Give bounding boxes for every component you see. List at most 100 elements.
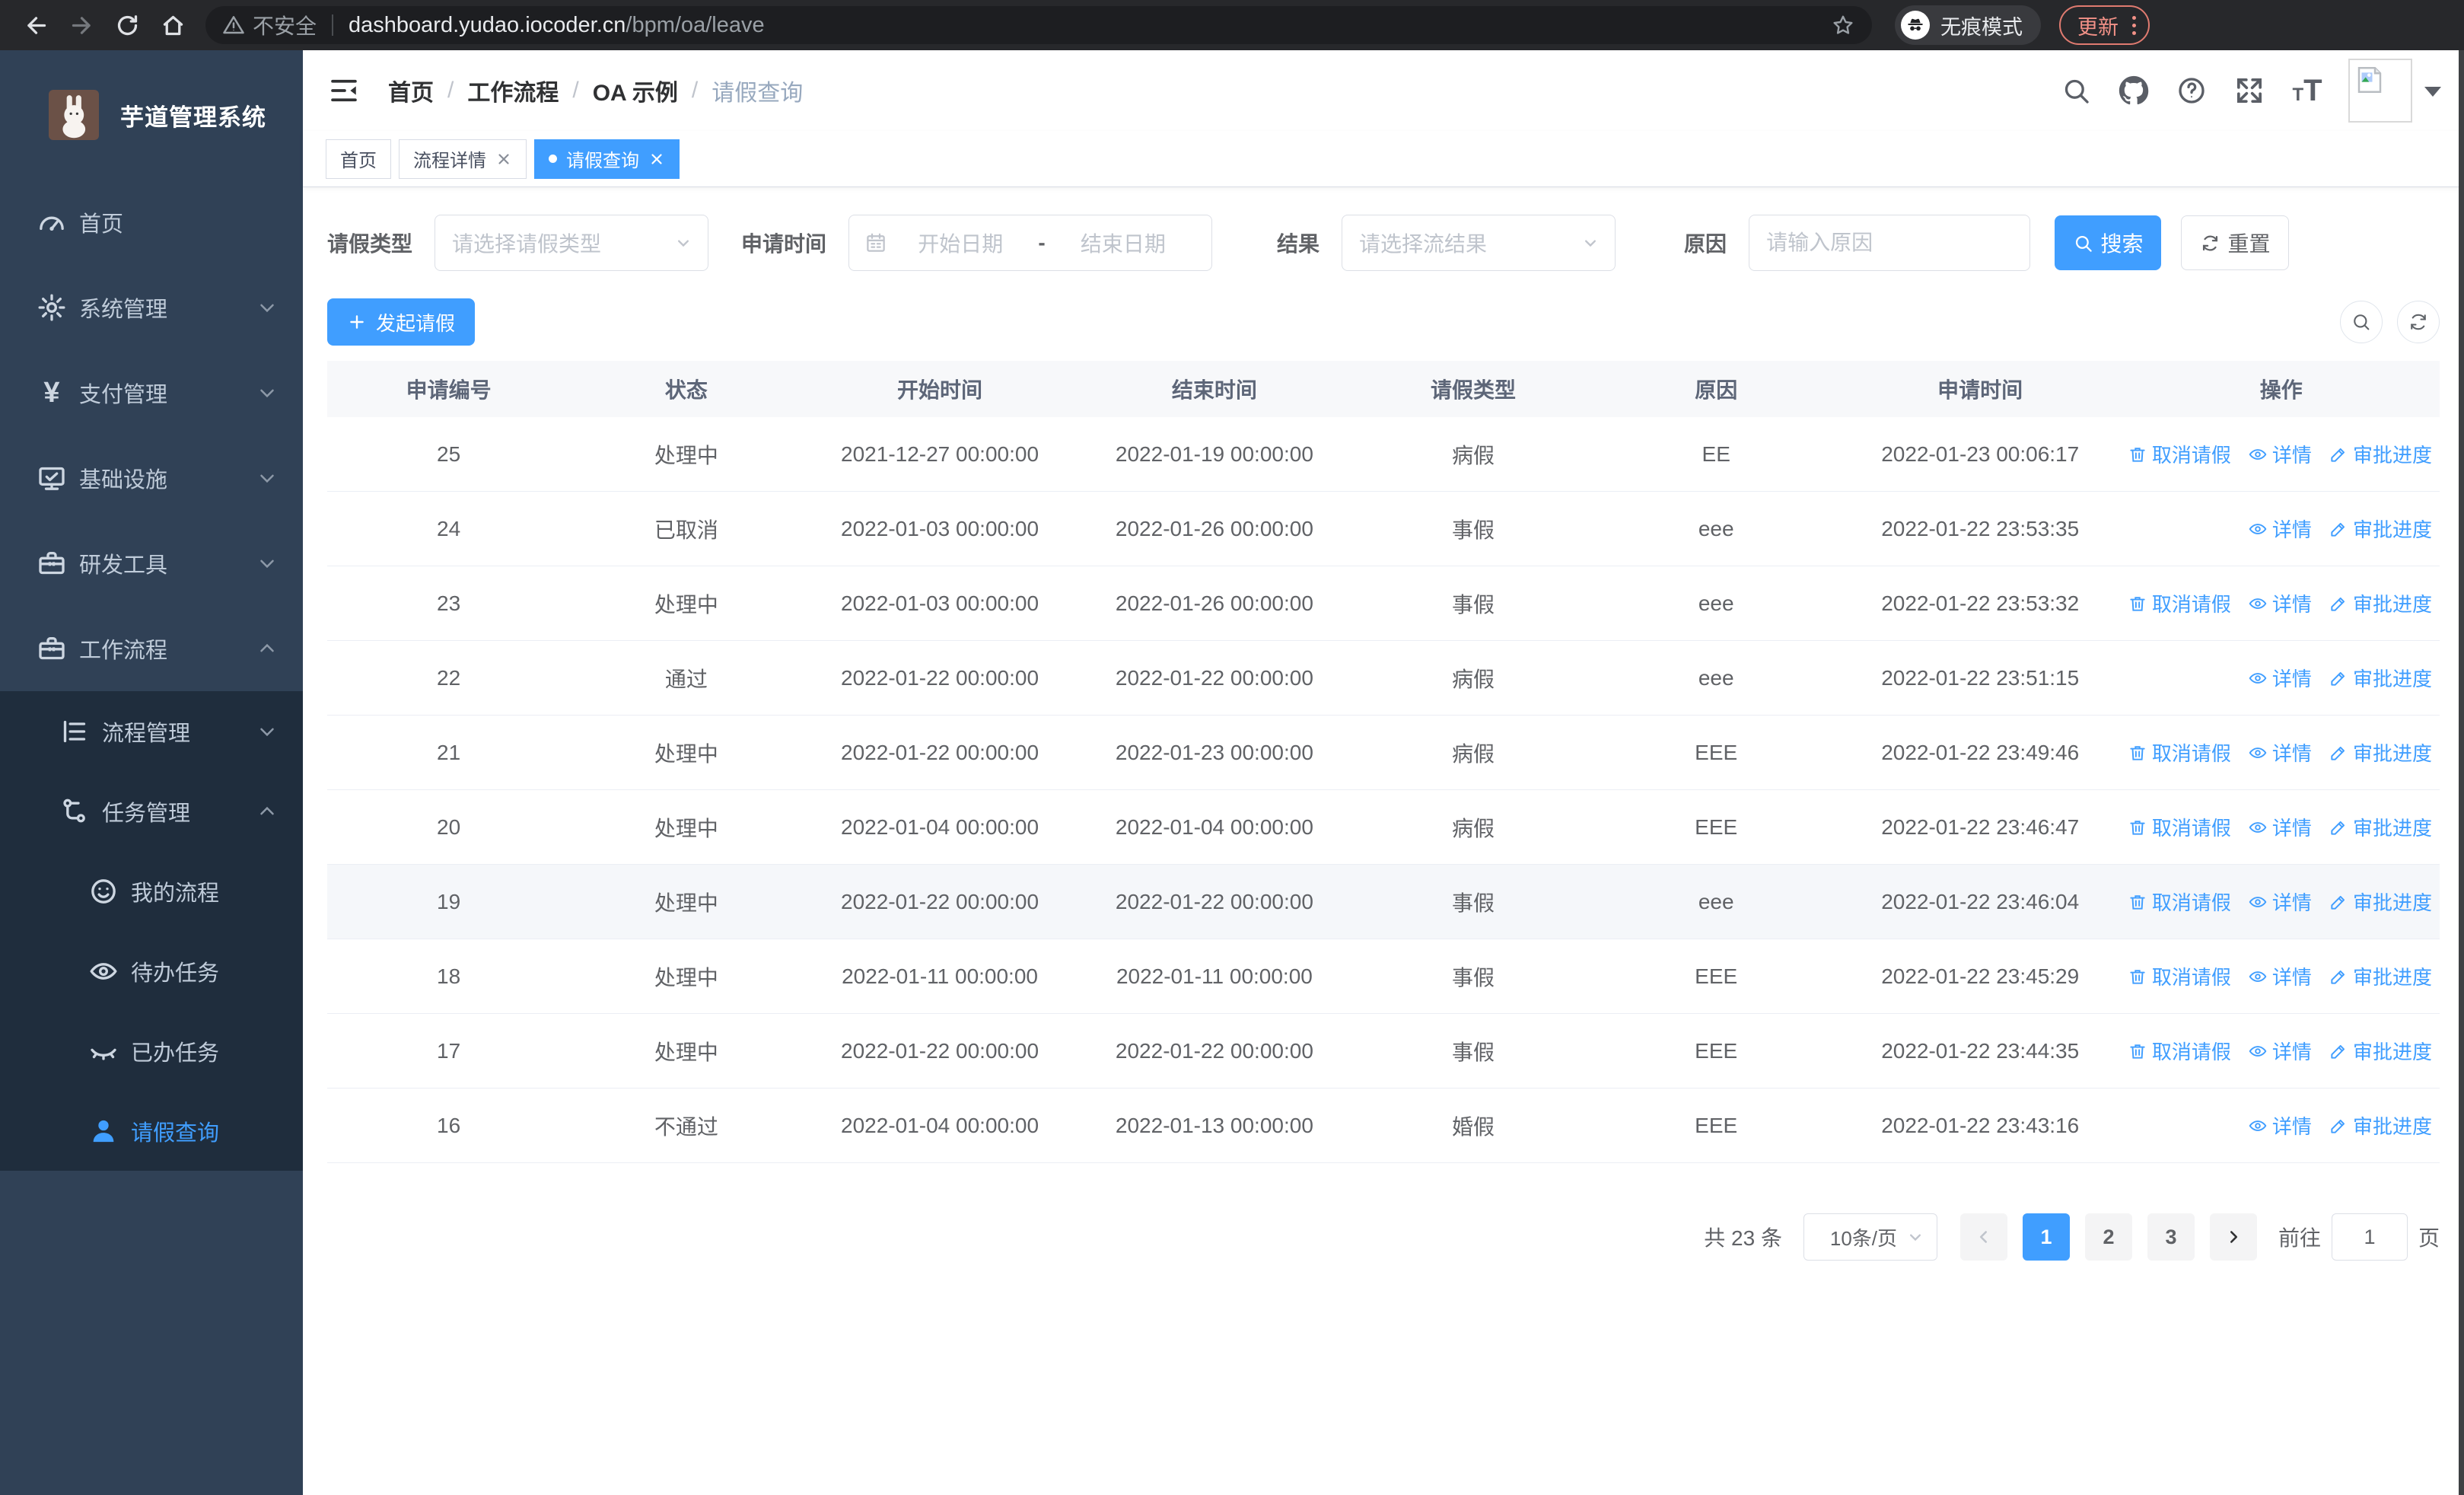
user-avatar[interactable] bbox=[2348, 59, 2412, 123]
detail-link[interactable]: 详情 bbox=[2248, 664, 2312, 692]
approval-progress-link[interactable]: 审批进度 bbox=[2329, 589, 2432, 617]
cancel-leave-link[interactable]: 取消请假 bbox=[2128, 813, 2231, 841]
sidebar-item-workflow[interactable]: 工作流程 bbox=[0, 606, 303, 691]
approval-progress-link[interactable]: 审批进度 bbox=[2329, 664, 2432, 692]
sidebar-item-home[interactable]: 首页 bbox=[0, 180, 303, 265]
detail-link[interactable]: 详情 bbox=[2248, 589, 2312, 617]
next-page-button[interactable] bbox=[2209, 1213, 2257, 1261]
header-search-button[interactable] bbox=[2056, 71, 2096, 110]
cell-status: 通过 bbox=[664, 667, 708, 691]
detail-link[interactable]: 详情 bbox=[2248, 1111, 2312, 1140]
detail-link[interactable]: 详情 bbox=[2248, 440, 2312, 468]
create-leave-button[interactable]: 发起请假 bbox=[327, 298, 476, 346]
bookmark-star-icon[interactable] bbox=[1831, 13, 1855, 37]
browser-menu-icon[interactable] bbox=[2132, 15, 2136, 35]
fullscreen-button[interactable] bbox=[2230, 71, 2269, 110]
cancel-leave-link[interactable]: 取消请假 bbox=[2128, 1037, 2231, 1065]
chevron-up-icon bbox=[260, 643, 274, 652]
tab-leave-query[interactable]: 请假查询 bbox=[534, 139, 680, 179]
detail-link[interactable]: 详情 bbox=[2248, 888, 2312, 916]
tab-home[interactable]: 首页 bbox=[326, 139, 391, 179]
cell-reason: eee bbox=[1698, 889, 1734, 913]
goto-label: 前往 bbox=[2278, 1226, 2321, 1250]
sidebar-item-devtools[interactable]: 研发工具 bbox=[0, 521, 303, 606]
sidebar-item-process-mgmt[interactable]: 流程管理 bbox=[0, 691, 303, 771]
reset-button[interactable]: 重置 bbox=[2181, 215, 2290, 270]
app-logo[interactable]: 芋道管理系统 bbox=[0, 50, 303, 180]
approval-progress-link[interactable]: 审批进度 bbox=[2329, 1111, 2432, 1140]
sidebar-item-done-tasks[interactable]: 已办任务 bbox=[0, 1011, 303, 1091]
leave-type-select[interactable]: 请选择请假类型 bbox=[435, 215, 709, 271]
approval-progress-link[interactable]: 审批进度 bbox=[2329, 440, 2432, 468]
sidebar-item-task-mgmt[interactable]: 任务管理 bbox=[0, 771, 303, 851]
approval-progress-link[interactable]: 审批进度 bbox=[2329, 813, 2432, 841]
cell-apply-time: 2022-01-23 00:06:17 bbox=[1881, 441, 2080, 466]
approval-progress-link[interactable]: 审批进度 bbox=[2329, 962, 2432, 990]
sidebar-item-leave-query[interactable]: 请假查询 bbox=[0, 1091, 303, 1171]
page-button-3[interactable]: 3 bbox=[2147, 1213, 2195, 1261]
update-label[interactable]: 更新 bbox=[2077, 11, 2119, 40]
close-icon[interactable] bbox=[495, 151, 512, 167]
browser-home-button[interactable] bbox=[152, 5, 193, 46]
detail-link[interactable]: 详情 bbox=[2248, 1037, 2312, 1065]
cell-end-time: 2022-01-04 00:00:00 bbox=[1115, 814, 1313, 839]
breadcrumb-home[interactable]: 首页 bbox=[388, 74, 434, 107]
refresh-icon bbox=[2202, 235, 2217, 250]
toggle-search-button[interactable] bbox=[2340, 301, 2383, 343]
approval-progress-link[interactable]: 审批进度 bbox=[2329, 515, 2432, 543]
start-date-placeholder: 开始日期 bbox=[918, 232, 1004, 256]
goto-page-input[interactable] bbox=[2331, 1213, 2408, 1261]
avatar-caret-icon[interactable] bbox=[2424, 87, 2441, 105]
url-bar[interactable]: 不安全 dashboard.yudao.iocoder.cn /bpm/oa/l… bbox=[205, 6, 1872, 44]
cancel-leave-link[interactable]: 取消请假 bbox=[2128, 738, 2231, 767]
cell-actions: 取消请假 详情 审批进度 bbox=[2123, 813, 2440, 841]
detail-link[interactable]: 详情 bbox=[2248, 813, 2312, 841]
approval-progress-link[interactable]: 审批进度 bbox=[2329, 738, 2432, 767]
eye-icon bbox=[2249, 1045, 2267, 1057]
tab-process-detail[interactable]: 流程详情 bbox=[399, 139, 527, 179]
page-button-2[interactable]: 2 bbox=[2084, 1213, 2132, 1261]
result-select[interactable]: 请选择流结果 bbox=[1342, 215, 1616, 271]
apply-time-range-picker[interactable]: 开始日期 - 结束日期 bbox=[848, 215, 1213, 271]
browser-back-button[interactable] bbox=[15, 5, 56, 46]
cell-start-time: 2022-01-22 00:00:00 bbox=[841, 665, 1039, 690]
detail-link[interactable]: 详情 bbox=[2248, 515, 2312, 543]
sidebar-item-system[interactable]: 系统管理 bbox=[0, 265, 303, 350]
browser-update-button[interactable]: 更新 bbox=[2059, 5, 2150, 45]
sidebar-item-payment[interactable]: ¥ 支付管理 bbox=[0, 350, 303, 435]
detail-link[interactable]: 详情 bbox=[2248, 962, 2312, 990]
refresh-table-button[interactable] bbox=[2397, 301, 2440, 343]
page-size-select[interactable]: 10条/页 bbox=[1803, 1213, 1937, 1261]
sidebar-menu: 首页 系统管理 ¥ 支付管理 基础设施 研发工具 工作流程 流程管理 任务管理 … bbox=[0, 180, 303, 1171]
cancel-leave-link[interactable]: 取消请假 bbox=[2128, 888, 2231, 916]
browser-forward-button[interactable] bbox=[61, 5, 102, 46]
cell-start-time: 2022-01-22 00:00:00 bbox=[841, 1038, 1039, 1063]
app-title: 芋道管理系统 bbox=[120, 104, 266, 131]
search-button[interactable]: 搜索 bbox=[2055, 215, 2162, 270]
cancel-leave-link[interactable]: 取消请假 bbox=[2128, 589, 2231, 617]
approval-progress-link[interactable]: 审批进度 bbox=[2329, 1037, 2432, 1065]
fullscreen-icon bbox=[2237, 78, 2262, 104]
github-link-button[interactable] bbox=[2114, 71, 2154, 110]
approval-progress-link[interactable]: 审批进度 bbox=[2329, 888, 2432, 916]
breadcrumb-oa-example[interactable]: OA 示例 bbox=[593, 74, 678, 107]
sidebar-item-my-process[interactable]: 我的流程 bbox=[0, 851, 303, 931]
breadcrumb-workflow[interactable]: 工作流程 bbox=[467, 74, 559, 107]
font-size-button[interactable]: TT bbox=[2287, 71, 2327, 110]
cancel-leave-link[interactable]: 取消请假 bbox=[2128, 962, 2231, 990]
sidebar-item-todo-tasks[interactable]: 待办任务 bbox=[0, 931, 303, 1011]
prev-page-button[interactable] bbox=[1959, 1213, 2007, 1261]
reason-input[interactable] bbox=[1749, 215, 2031, 271]
detail-link[interactable]: 详情 bbox=[2248, 738, 2312, 767]
cell-status: 处理中 bbox=[654, 1040, 718, 1064]
sidebar-collapse-button[interactable] bbox=[326, 72, 362, 109]
cell-start-time: 2022-01-03 00:00:00 bbox=[841, 591, 1039, 615]
close-icon[interactable] bbox=[648, 151, 665, 167]
cell-status: 处理中 bbox=[654, 816, 718, 840]
sidebar-item-infra[interactable]: 基础设施 bbox=[0, 435, 303, 521]
cancel-leave-link[interactable]: 取消请假 bbox=[2128, 440, 2231, 468]
security-label[interactable]: 不安全 bbox=[253, 10, 317, 40]
help-button[interactable] bbox=[2172, 71, 2211, 110]
browser-reload-button[interactable] bbox=[107, 5, 148, 46]
page-button-1[interactable]: 1 bbox=[2022, 1213, 2070, 1261]
